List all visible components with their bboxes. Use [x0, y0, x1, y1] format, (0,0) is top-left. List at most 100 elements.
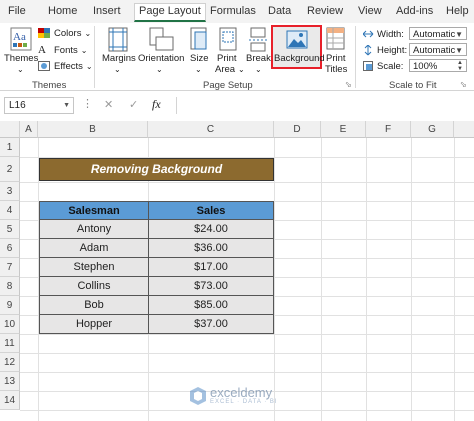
gridline-vertical — [274, 138, 275, 421]
formula-input[interactable] — [176, 97, 474, 114]
tab-home[interactable]: Home — [48, 5, 77, 17]
watermark-name: exceldemy — [210, 385, 273, 400]
width-dropdown[interactable]: Automatic ▼ — [409, 27, 467, 40]
header-salesman[interactable]: Salesman — [39, 201, 149, 220]
table-cell-salesman[interactable]: Antony — [39, 219, 149, 239]
background-image-icon — [286, 30, 308, 49]
background-button[interactable]: Background — [271, 25, 325, 69]
themes-icon: Aa — [10, 27, 32, 51]
row-header-6[interactable]: 6 — [0, 239, 20, 258]
row-header-11[interactable]: 11 — [0, 334, 20, 353]
orientation-icon — [149, 27, 174, 51]
table-cell-salesman[interactable]: Adam — [39, 238, 149, 258]
row-header-13[interactable]: 13 — [0, 372, 20, 391]
column-header-e[interactable]: E — [321, 121, 366, 138]
colors-label: Colors — [54, 28, 82, 39]
row-header-8[interactable]: 8 — [0, 277, 20, 296]
tab-review[interactable]: Review — [307, 5, 343, 17]
cancel-icon[interactable]: ✕ — [104, 98, 113, 111]
fonts-button[interactable]: A Fonts ⌄ — [38, 44, 87, 56]
select-all-corner[interactable] — [0, 121, 20, 138]
insert-function-icon[interactable]: fx — [152, 97, 161, 112]
row-header-3[interactable]: 3 — [0, 182, 20, 201]
column-header-a[interactable]: A — [20, 121, 38, 138]
ribbon-tab-bar: File Home Insert Page Layout Formulas Da… — [0, 0, 474, 23]
print-titles-icon — [326, 27, 345, 50]
size-icon — [190, 27, 207, 50]
enter-icon[interactable]: ✓ — [129, 98, 138, 111]
chevron-down-icon: ▼ — [455, 30, 463, 39]
scale-to-fit-launcher-icon[interactable]: ⬂ — [460, 80, 467, 89]
print-titles-button[interactable] — [326, 27, 346, 54]
themes-button[interactable]: Aa — [10, 27, 32, 54]
table-cell-sales[interactable]: $85.00 — [148, 295, 274, 315]
page-setup-group-label: Page Setup — [203, 80, 253, 91]
scale-spinner[interactable]: 100% ▲ ▼ — [409, 59, 467, 72]
print-titles-label-line2: Titles — [325, 64, 348, 75]
page-setup-launcher-icon[interactable]: ⬂ — [345, 80, 352, 89]
gridline-horizontal — [20, 410, 474, 411]
title-cell[interactable]: Removing Background — [39, 158, 274, 181]
height-label: Height: — [377, 45, 408, 56]
margins-label: Margins — [102, 53, 136, 64]
themes-group-label: Themes — [32, 80, 67, 91]
column-header-d[interactable]: D — [274, 121, 321, 138]
row-header-2[interactable]: 2 — [0, 157, 20, 182]
effects-icon — [38, 61, 50, 71]
gridline-horizontal — [20, 372, 474, 373]
tab-add-ins[interactable]: Add-ins — [396, 5, 433, 17]
table-cell-sales[interactable]: $37.00 — [148, 314, 274, 334]
tab-view[interactable]: View — [358, 5, 382, 17]
row-header-10[interactable]: 10 — [0, 315, 20, 334]
table-cell-salesman[interactable]: Collins — [39, 276, 149, 296]
row-header-5[interactable]: 5 — [0, 220, 20, 239]
column-header-c[interactable]: C — [148, 121, 274, 138]
tab-insert[interactable]: Insert — [93, 5, 121, 17]
table-cell-sales[interactable]: $73.00 — [148, 276, 274, 296]
table-cell-salesman[interactable]: Hopper — [39, 314, 149, 334]
breaks-button[interactable] — [249, 27, 269, 56]
table-cell-sales[interactable]: $36.00 — [148, 238, 274, 258]
fonts-label: Fonts — [54, 44, 78, 56]
tab-help[interactable]: Help — [446, 5, 469, 17]
height-control: Height: — [363, 45, 407, 56]
width-value: Automatic — [413, 29, 456, 40]
table-cell-salesman[interactable]: Stephen — [39, 257, 149, 277]
row-header-4[interactable]: 4 — [0, 201, 20, 220]
gridline-horizontal — [20, 353, 474, 354]
print-area-label-line1: Print — [217, 53, 237, 64]
print-area-icon — [219, 27, 237, 51]
orientation-button[interactable] — [148, 27, 174, 56]
row-header-12[interactable]: 12 — [0, 353, 20, 372]
tab-data[interactable]: Data — [268, 5, 291, 17]
scale-icon — [363, 61, 373, 71]
gridline-horizontal — [20, 182, 474, 183]
effects-button[interactable]: Effects ⌄ — [38, 61, 93, 72]
margins-button[interactable] — [108, 27, 130, 56]
column-header-b[interactable]: B — [38, 121, 148, 138]
tab-formulas[interactable]: Formulas — [210, 5, 256, 17]
row-header-7[interactable]: 7 — [0, 258, 20, 277]
header-sales[interactable]: Sales — [148, 201, 274, 220]
themes-dropdown-arrow[interactable]: ⌄ — [17, 64, 24, 75]
tab-page-layout[interactable]: Page Layout — [134, 3, 206, 22]
row-header-1[interactable]: 1 — [0, 138, 20, 157]
tab-file[interactable]: File — [8, 5, 26, 17]
print-area-button[interactable] — [219, 27, 239, 56]
colors-button[interactable]: Colors ⌄ — [38, 28, 91, 39]
table-cell-salesman[interactable]: Bob — [39, 295, 149, 315]
row-header-9[interactable]: 9 — [0, 296, 20, 315]
height-value: Automatic — [413, 45, 456, 56]
size-button[interactable] — [190, 27, 208, 56]
spinner-arrows-icon: ▲ ▼ — [457, 60, 463, 72]
column-header-g[interactable]: G — [411, 121, 454, 138]
column-header-f[interactable]: F — [366, 121, 411, 138]
height-dropdown[interactable]: Automatic ▼ — [409, 43, 467, 56]
row-header-14[interactable]: 14 — [0, 391, 20, 410]
name-box[interactable]: L16 ▼ — [4, 97, 74, 114]
chevron-down-icon: ▼ — [455, 46, 463, 55]
size-label: Size — [190, 53, 209, 64]
gridline-horizontal — [20, 334, 474, 335]
table-cell-sales[interactable]: $24.00 — [148, 219, 274, 239]
table-cell-sales[interactable]: $17.00 — [148, 257, 274, 277]
